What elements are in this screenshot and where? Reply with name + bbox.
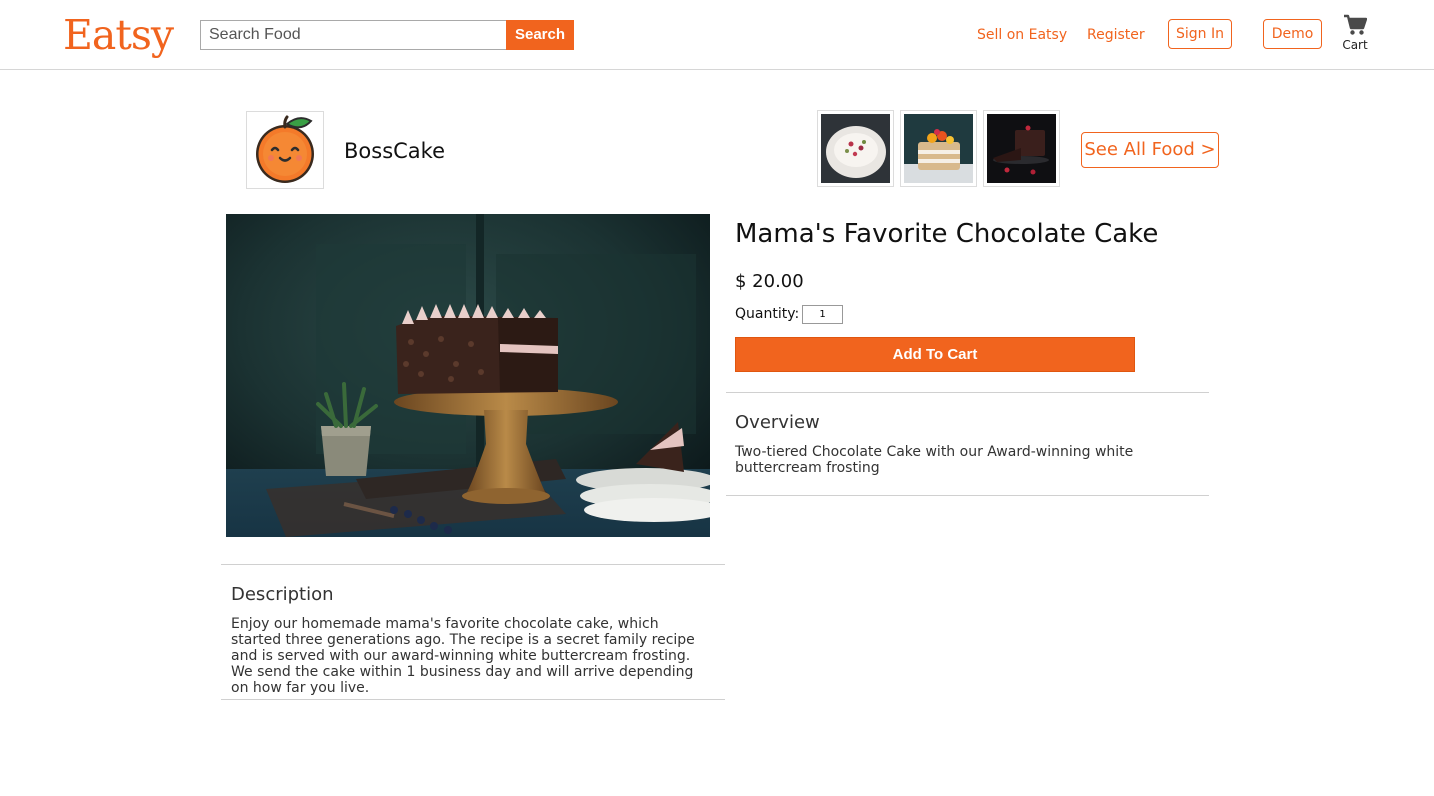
shop-name[interactable]: BossCake (344, 137, 445, 165)
top-navigation-bar: Eatsy Search Sell on Eatsy Register Sign… (0, 0, 1434, 70)
overview-heading: Overview (735, 412, 820, 433)
product-price: $ 20.00 (735, 271, 804, 292)
cart-button[interactable]: Cart (1338, 14, 1372, 52)
see-all-food-button[interactable]: See All Food > (1081, 132, 1219, 168)
divider (221, 699, 725, 700)
product-title: Mama's Favorite Chocolate Cake (735, 219, 1159, 249)
description-text: Enjoy our homemade mama's favorite choco… (231, 616, 695, 696)
food-thumbnail[interactable] (983, 110, 1060, 187)
divider (726, 392, 1209, 393)
sell-on-eatsy-link[interactable]: Sell on Eatsy (977, 24, 1067, 46)
search-input[interactable] (200, 20, 506, 50)
orange-mascot-icon (256, 115, 314, 183)
description-heading: Description (231, 584, 334, 605)
quantity-input[interactable] (802, 305, 843, 324)
food-thumbnail[interactable] (900, 110, 977, 187)
divider (221, 564, 725, 565)
register-link[interactable]: Register (1087, 24, 1145, 46)
eatsy-logo[interactable]: Eatsy (63, 9, 174, 61)
add-to-cart-button[interactable]: Add To Cart (735, 337, 1135, 372)
demo-button[interactable]: Demo (1263, 19, 1322, 49)
food-thumbnail[interactable] (817, 110, 894, 187)
divider (726, 495, 1209, 496)
overview-text: Two-tiered Chocolate Cake with our Award… (735, 444, 1134, 476)
cart-label: Cart (1342, 38, 1368, 52)
shop-avatar[interactable] (246, 111, 324, 189)
product-main-image (226, 214, 724, 537)
sign-in-button[interactable]: Sign In (1168, 19, 1232, 49)
quantity-label: Quantity: (735, 306, 800, 322)
search-button[interactable]: Search (506, 20, 574, 50)
